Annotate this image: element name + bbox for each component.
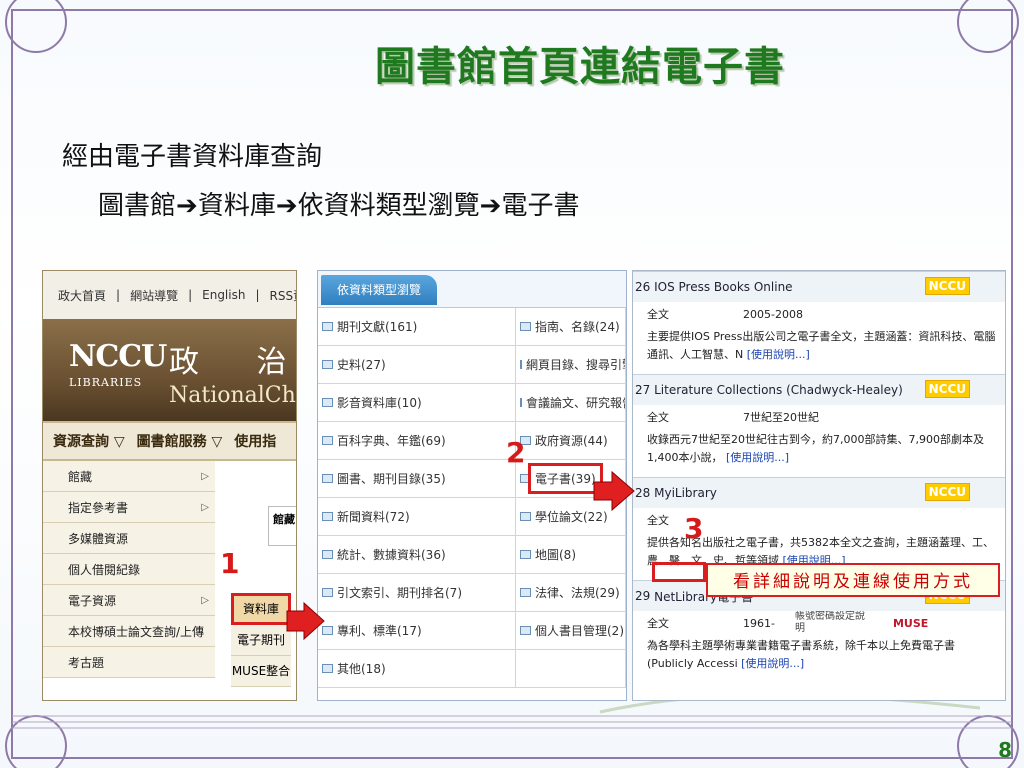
arrow-overlay (286, 470, 635, 641)
red-arrow-icon (593, 470, 635, 512)
page-number: 8 (998, 738, 1012, 762)
red-arrow-icon (286, 601, 325, 641)
